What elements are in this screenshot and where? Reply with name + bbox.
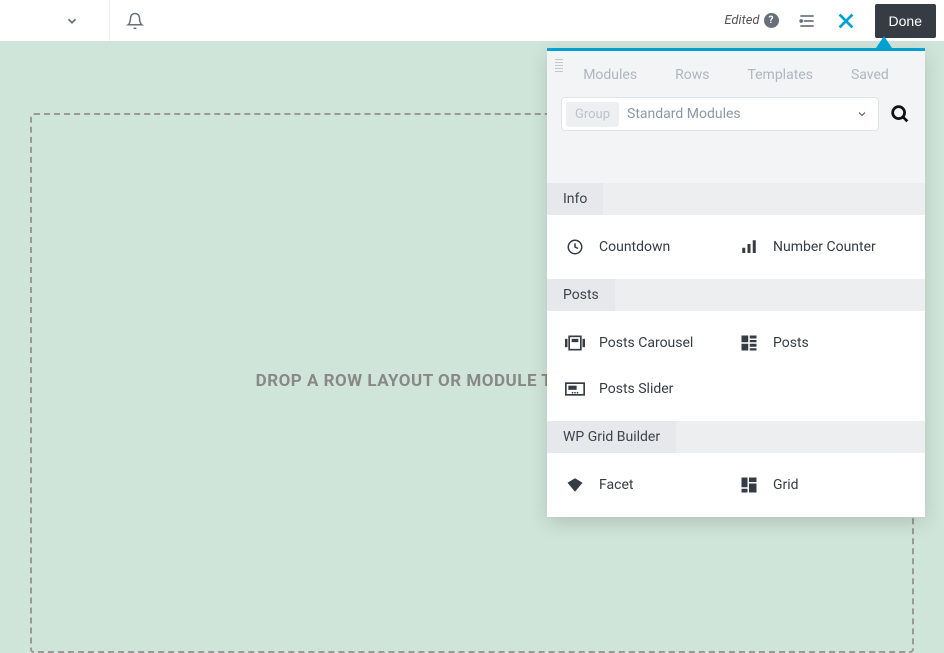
tab-templates[interactable]: Templates <box>747 67 813 83</box>
module-number-counter[interactable]: Number Counter <box>739 237 907 257</box>
help-icon[interactable]: ? <box>764 13 779 28</box>
outline-icon <box>797 11 817 31</box>
chevron-down-icon <box>65 14 79 28</box>
module-posts[interactable]: Posts <box>739 333 907 353</box>
module-grid[interactable]: Grid <box>739 475 907 495</box>
group-value: Standard Modules <box>627 106 856 122</box>
module-countdown[interactable]: Countdown <box>565 237 733 257</box>
module-facet[interactable]: Facet <box>565 475 733 495</box>
bell-icon <box>126 12 144 30</box>
modules-scroll[interactable]: Info Countdown Number Counter <box>547 183 925 517</box>
category-body: Countdown Number Counter <box>547 215 925 279</box>
search-row: Group Standard Modules <box>547 97 925 143</box>
outline-button[interactable] <box>797 11 817 31</box>
posts-grid-icon <box>739 333 759 353</box>
module-group-select[interactable]: Group Standard Modules <box>561 97 879 131</box>
close-icon <box>835 10 857 32</box>
category-posts: Posts Posts Carousel Posts <box>547 279 925 421</box>
category-info: Info Countdown Number Counter <box>547 183 925 279</box>
tab-modules[interactable]: Modules <box>583 67 637 83</box>
module-label: Posts <box>773 335 809 351</box>
panel-tabs: Modules Rows Templates Saved <box>547 51 925 97</box>
topbar: Edited ? Done <box>0 0 944 41</box>
search-icon <box>889 103 911 125</box>
page-dropdown[interactable] <box>0 0 110 41</box>
edited-label: Edited <box>724 13 759 28</box>
tab-saved[interactable]: Saved <box>851 67 889 83</box>
category-body: Facet Grid <box>547 453 925 517</box>
bars-icon <box>739 237 759 257</box>
module-posts-carousel[interactable]: Posts Carousel <box>565 333 733 353</box>
module-label: Posts Carousel <box>599 335 693 351</box>
search-button[interactable] <box>889 103 911 125</box>
category-name: Info <box>547 183 603 215</box>
group-chip: Group <box>566 102 619 127</box>
module-label: Posts Slider <box>599 381 673 397</box>
diamond-icon <box>565 475 585 495</box>
module-label: Grid <box>773 477 799 493</box>
clock-icon <box>565 237 585 257</box>
topbar-right: Edited ? Done <box>724 4 944 38</box>
close-panel-button[interactable] <box>835 10 857 32</box>
grid-icon <box>739 475 759 495</box>
modules-panel: Modules Rows Templates Saved Group Stand… <box>547 48 925 517</box>
panel-arrow <box>876 36 892 48</box>
category-wp-grid-builder: WP Grid Builder Facet Grid <box>547 421 925 517</box>
category-header: Info <box>547 183 925 215</box>
topbar-left <box>0 0 160 41</box>
category-name: WP Grid Builder <box>547 421 676 453</box>
slider-icon <box>565 379 585 399</box>
done-button[interactable]: Done <box>875 4 936 38</box>
chevron-down-icon <box>856 108 868 120</box>
category-body: Posts Carousel Posts Posts Slider <box>547 311 925 421</box>
category-name: Posts <box>547 279 615 311</box>
notifications-button[interactable] <box>110 0 160 41</box>
module-posts-slider[interactable]: Posts Slider <box>565 379 733 399</box>
module-label: Countdown <box>599 239 670 255</box>
category-header: Posts <box>547 279 925 311</box>
panel-spacer <box>547 143 925 183</box>
edited-status: Edited ? <box>724 13 778 28</box>
tab-rows[interactable]: Rows <box>675 67 709 83</box>
category-header: WP Grid Builder <box>547 421 925 453</box>
module-label: Facet <box>599 477 633 493</box>
carousel-icon <box>565 333 585 353</box>
module-label: Number Counter <box>773 239 876 255</box>
